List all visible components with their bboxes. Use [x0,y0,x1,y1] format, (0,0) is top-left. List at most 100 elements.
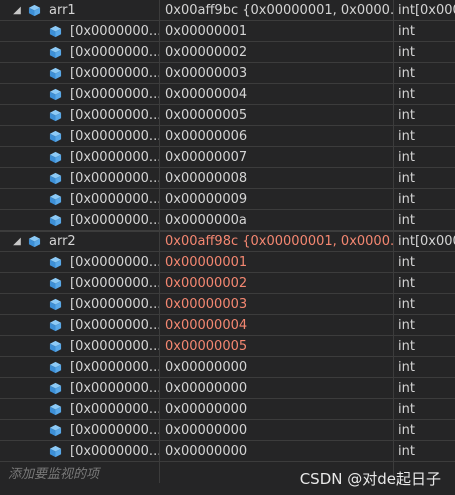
cube-field-icon [49,277,62,289]
cube-variable-icon [28,4,41,16]
element-value[interactable]: 0x00000003 [160,294,394,314]
watch-name-cell: [0x0000000... [0,273,160,293]
element-type: int [398,107,415,123]
element-index: [0x0000000... [70,170,160,186]
element-index: [0x0000000... [70,422,160,438]
element-type: int [398,170,415,186]
watch-element-row[interactable]: [0x0000000... 0x00000000 int [0,441,455,462]
watch-name: arr2 [49,234,76,249]
watch-type: int[0x000 [398,2,455,18]
watch-element-row[interactable]: [0x0000000... 0x00000003 int [0,294,455,315]
add-watch-input[interactable]: 添加要监视的项 [0,462,160,483]
element-value[interactable]: 0x00000000 [160,441,394,461]
watch-value[interactable]: 0x00aff9bc {0x00000001, 0x0000... [160,0,394,20]
element-value[interactable]: 0x00000003 [160,63,394,83]
element-index: [0x0000000... [70,44,160,60]
cube-field-icon [49,193,62,205]
watch-element-row[interactable]: [0x0000000... 0x00000007 int [0,147,455,168]
watch-element-row[interactable]: [0x0000000... 0x00000002 int [0,273,455,294]
watch-row-arr1[interactable]: ◢ arr1 0x00aff9bc {0x00000001, 0x0000... in… [0,0,455,21]
element-value[interactable]: 0x00000000 [160,420,394,440]
element-index: [0x0000000... [70,107,160,123]
element-type: int [398,86,415,102]
watch-name-cell: [0x0000000... [0,21,160,41]
element-value[interactable]: 0x00000000 [160,378,394,398]
element-value[interactable]: 0x00000005 [160,105,394,125]
element-value[interactable]: 0x00000001 [160,21,394,41]
cube-field-icon [49,67,62,79]
element-index: [0x0000000... [70,443,160,459]
element-value[interactable]: 0x00000009 [160,189,394,209]
element-type: int [398,338,415,354]
element-type: int [398,212,415,228]
watch-name-cell: [0x0000000... [0,399,160,419]
element-index: [0x0000000... [70,212,160,228]
watch-name-cell: [0x0000000... [0,42,160,62]
element-type: int [398,44,415,60]
watch-element-row[interactable]: [0x0000000... 0x00000001 int [0,21,455,42]
element-value[interactable]: 0x00000007 [160,147,394,167]
triangle-expanded-icon[interactable]: ◢ [12,5,22,16]
element-value[interactable]: 0x00000002 [160,42,394,62]
element-value[interactable]: 0x00000002 [160,273,394,293]
element-value[interactable]: 0x00000004 [160,84,394,104]
element-type: int [398,128,415,144]
watch-name-cell: [0x0000000... [0,336,160,356]
watch-element-row[interactable]: [0x0000000... 0x00000002 int [0,42,455,63]
element-index: [0x0000000... [70,296,160,312]
watch-element-row[interactable]: [0x0000000... 0x00000000 int [0,420,455,441]
watch-name-cell: [0x0000000... [0,63,160,83]
element-index: [0x0000000... [70,401,160,417]
cube-field-icon [49,445,62,457]
element-value[interactable]: 0x00000000 [160,399,394,419]
watch-element-row[interactable]: [0x0000000... 0x00000003 int [0,63,455,84]
cube-field-icon [49,361,62,373]
watch-name-cell: [0x0000000... [0,378,160,398]
watch-row-arr2[interactable]: ◢ arr2 0x00aff98c {0x00000001, 0x0000... in… [0,231,455,252]
watch-element-row[interactable]: [0x0000000... 0x00000009 int [0,189,455,210]
element-value[interactable]: 0x00000008 [160,168,394,188]
cube-field-icon [49,46,62,58]
watch-name-cell: [0x0000000... [0,210,160,230]
cube-field-icon [49,25,62,37]
element-value[interactable]: 0x00000005 [160,336,394,356]
element-value[interactable]: 0x0000000a [160,210,394,230]
element-value[interactable]: 0x00000001 [160,252,394,272]
watch-element-row[interactable]: [0x0000000... 0x00000000 int [0,399,455,420]
element-value[interactable]: 0x00000000 [160,357,394,377]
watch-name-cell: [0x0000000... [0,441,160,461]
watch-name-cell: [0x0000000... [0,315,160,335]
watch-element-row[interactable]: [0x0000000... 0x00000005 int [0,336,455,357]
element-index: [0x0000000... [70,275,160,291]
cube-field-icon [49,151,62,163]
watch-element-row[interactable]: [0x0000000... 0x00000001 int [0,252,455,273]
watch-element-row[interactable]: [0x0000000... 0x0000000a int [0,210,455,231]
watch-name: arr1 [49,2,76,18]
watermark: CSDN @对de起日子 [299,470,441,488]
cube-field-icon [49,403,62,415]
cube-field-icon [49,424,62,436]
watch-name-cell: [0x0000000... [0,168,160,188]
watch-name-cell: [0x0000000... [0,105,160,125]
watch-element-row[interactable]: [0x0000000... 0x00000005 int [0,105,455,126]
element-index: [0x0000000... [70,359,160,375]
watch-element-row[interactable]: [0x0000000... 0x00000006 int [0,126,455,147]
watch-element-row[interactable]: [0x0000000... 0x00000000 int [0,378,455,399]
watch-name-cell: [0x0000000... [0,252,160,272]
watch-value[interactable]: 0x00aff98c {0x00000001, 0x0000... [160,232,394,251]
element-value[interactable]: 0x00000006 [160,126,394,146]
element-type: int [398,443,415,459]
element-index: [0x0000000... [70,317,160,333]
triangle-expanded-icon[interactable]: ◢ [12,236,22,247]
watch-element-row[interactable]: [0x0000000... 0x00000008 int [0,168,455,189]
watch-element-row[interactable]: [0x0000000... 0x00000004 int [0,315,455,336]
watch-name-cell: [0x0000000... [0,84,160,104]
watch-element-row[interactable]: [0x0000000... 0x00000000 int [0,357,455,378]
element-index: [0x0000000... [70,149,160,165]
cube-field-icon [49,382,62,394]
element-index: [0x0000000... [70,128,160,144]
element-index: [0x0000000... [70,338,160,354]
element-value[interactable]: 0x00000004 [160,315,394,335]
watch-name-cell: [0x0000000... [0,357,160,377]
watch-element-row[interactable]: [0x0000000... 0x00000004 int [0,84,455,105]
